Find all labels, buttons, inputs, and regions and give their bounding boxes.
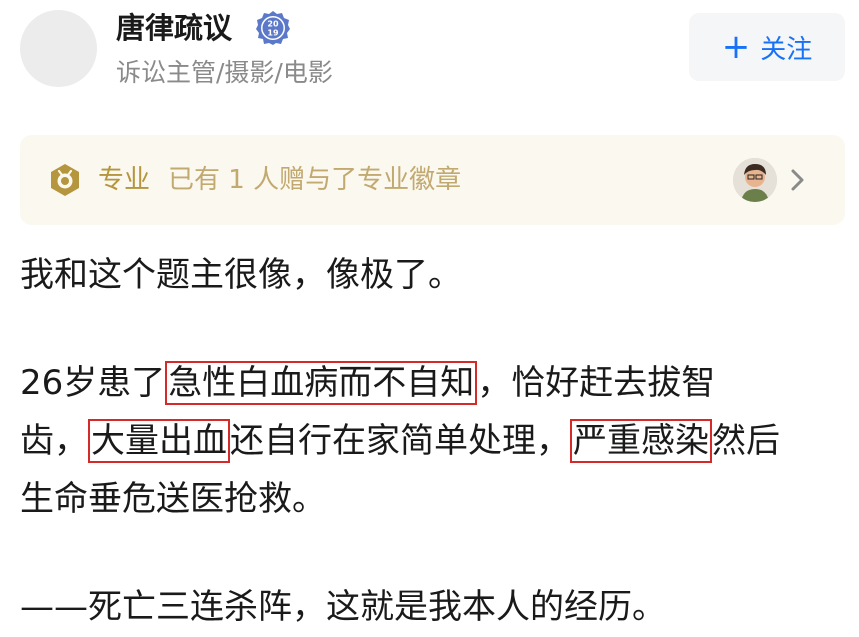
- professional-label: 专业: [98, 165, 151, 195]
- highlight-box: 严重感染: [570, 419, 712, 463]
- svg-text:19: 19: [267, 29, 279, 38]
- text-segment: ，恰好赶去拔智: [477, 363, 716, 403]
- badge-giver-count: 已有 1 人赠与了专业徽章: [168, 165, 462, 195]
- text-segment: 还自行在家简单处理，: [230, 421, 570, 461]
- text-segment: 齿，: [20, 421, 88, 461]
- content-paragraph-2-line-1: 26岁患了急性白血病而不自知，恰好赶去拔智: [20, 353, 715, 413]
- author-avatar[interactable]: [20, 10, 97, 87]
- person-photo-icon: [733, 158, 777, 202]
- plus-icon: +: [721, 27, 751, 67]
- author-bio: 诉讼主管/摄影/电影: [116, 58, 333, 87]
- text-segment: 然后: [712, 421, 780, 461]
- badge-giver-avatar[interactable]: [733, 158, 777, 202]
- svg-text:20: 20: [267, 20, 279, 29]
- content-paragraph-3: ——死亡三连杀阵，这就是我本人的经历。: [20, 587, 666, 627]
- highlight-box: 急性白血病而不自知: [165, 361, 478, 405]
- follow-label: 关注: [760, 34, 813, 65]
- answer-author-header: 唐律疏议 20 19 诉讼主管/摄影/电影 + 关注: [0, 0, 859, 110]
- content-paragraph-2-line-3: 生命垂危送医抢救。: [20, 479, 326, 519]
- author-name[interactable]: 唐律疏议: [116, 8, 232, 48]
- professional-badge-icon: [51, 164, 79, 196]
- content-paragraph-2-line-2: 齿，大量出血还自行在家简单处理，严重感染然后: [20, 411, 780, 471]
- professional-badge-bar[interactable]: 专业 已有 1 人赠与了专业徽章: [20, 135, 845, 225]
- chevron-right-icon: [791, 169, 804, 191]
- content-paragraph-1: 我和这个题主很像，像极了。: [20, 255, 462, 295]
- highlight-box: 大量出血: [88, 419, 230, 463]
- text-segment: 26岁患了: [20, 363, 166, 403]
- annual-badge-icon[interactable]: 20 19: [255, 10, 291, 46]
- follow-button[interactable]: + 关注: [689, 13, 845, 81]
